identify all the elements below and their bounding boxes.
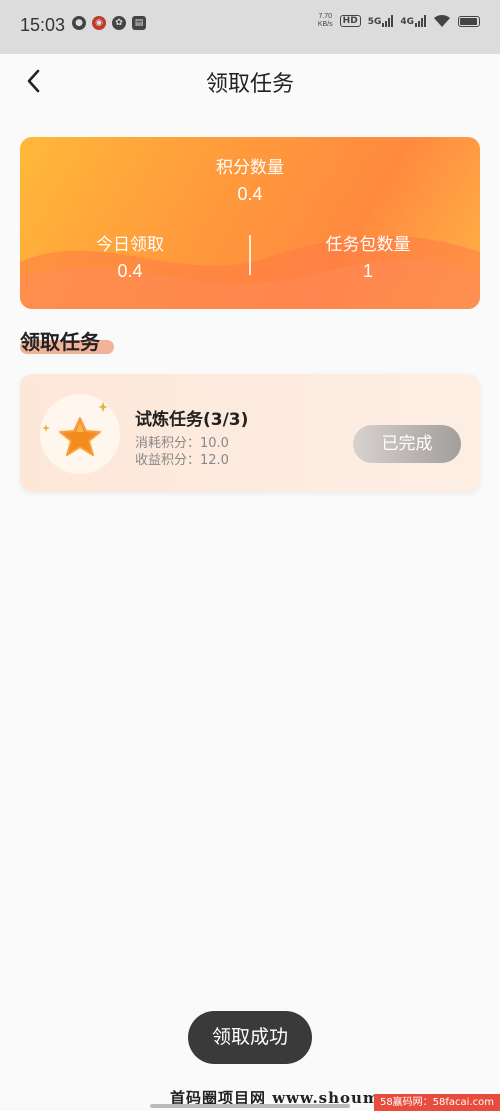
task-name: 试炼任务(3/3): [135, 410, 249, 430]
star-icon: [42, 402, 108, 456]
net1-label: 5G: [367, 17, 382, 27]
packages-label: 任务包数量: [325, 235, 411, 255]
task-card[interactable]: 试炼任务(3/3) 消耗积分：10.0 收益积分：12.0 已完成: [20, 374, 480, 492]
app-icon: ✿: [112, 16, 126, 30]
today-value: 0.4: [117, 261, 143, 281]
status-time: 15:03: [20, 15, 66, 35]
speed-unit: KB/s: [317, 21, 333, 28]
weibo-icon: ◉: [92, 16, 106, 30]
home-indicator[interactable]: [150, 1104, 350, 1108]
speed-value: 7.70: [318, 13, 333, 20]
packages-block: 任务包数量 1: [268, 230, 468, 282]
calendar-icon: ▤: [132, 16, 146, 30]
completed-button[interactable]: 已完成: [353, 425, 461, 463]
battery-icon: [458, 15, 480, 27]
watermark-badge: 58赢码网：58facai.com: [373, 1094, 500, 1111]
signal-4g-icon: 4G: [400, 15, 426, 27]
points-label: 积分数量: [216, 158, 284, 178]
status-right-icons: 7.70 KB/s HD 5G 4G: [318, 13, 480, 29]
success-toast: 领取成功: [188, 1011, 312, 1064]
wifi-icon: [434, 14, 450, 27]
network-speed: 7.70 KB/s: [318, 13, 333, 29]
points-block: 积分数量 0.4: [150, 153, 350, 205]
packages-value: 1: [362, 261, 373, 281]
points-value: 0.4: [237, 184, 263, 204]
today-label: 今日领取: [96, 235, 164, 255]
section-title: 领取任务: [20, 326, 114, 355]
divider: [249, 235, 251, 275]
hd-icon: HD: [339, 15, 361, 27]
today-block: 今日领取 0.4: [30, 230, 230, 282]
net2-label: 4G: [400, 17, 414, 27]
section-title-text: 领取任务: [20, 330, 100, 354]
points-summary-card: 积分数量 0.4 今日领取 0.4 任务包数量 1: [20, 137, 480, 309]
task-income: 收益积分：12.0: [135, 453, 229, 468]
page-title: 领取任务: [205, 72, 294, 97]
notification-icon: ●: [72, 16, 86, 30]
status-bar: 15:03 ● ◉ ✿ ▤ 7.70 KB/s HD 5G 4G: [0, 0, 500, 54]
signal-5g-icon: 5G: [368, 15, 394, 27]
status-left-icons: ● ◉ ✿ ▤: [72, 16, 146, 30]
task-icon-container: [40, 394, 120, 474]
